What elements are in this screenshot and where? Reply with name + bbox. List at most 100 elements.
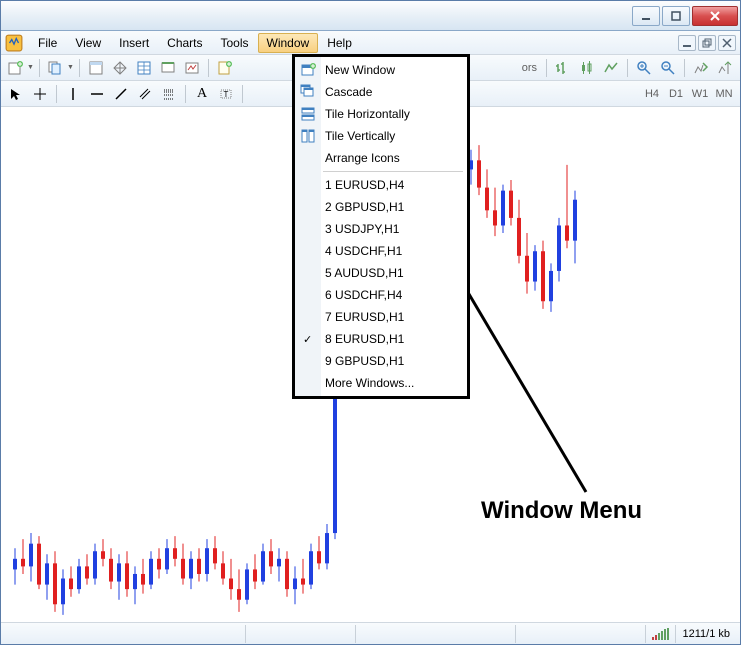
terminal-button[interactable] bbox=[157, 57, 179, 79]
profiles-button[interactable] bbox=[45, 57, 67, 79]
mdi-minimize-button[interactable] bbox=[678, 35, 696, 51]
menu-tools[interactable]: Tools bbox=[212, 33, 258, 53]
new-window-icon bbox=[299, 61, 317, 79]
new-chart-button[interactable] bbox=[5, 57, 27, 79]
traffic-status: 1211/1 kb bbox=[675, 625, 736, 643]
market-watch-icon bbox=[88, 60, 104, 76]
data-window-button[interactable] bbox=[133, 57, 155, 79]
window-item-4[interactable]: 4 USDCHF,H1 bbox=[295, 240, 467, 262]
crosshair-icon bbox=[33, 87, 47, 101]
statusbar: 1211/1 kb bbox=[1, 622, 740, 644]
cursor-icon bbox=[9, 87, 23, 101]
trendline-icon bbox=[114, 87, 128, 101]
zoom-in-icon bbox=[636, 60, 652, 76]
market-watch-button[interactable] bbox=[85, 57, 107, 79]
close-icon bbox=[722, 38, 732, 48]
line-chart-icon bbox=[603, 60, 619, 76]
menu-separator bbox=[323, 171, 463, 172]
window-menu-dropdown: New WindowCascadeTile HorizontallyTile V… bbox=[292, 54, 470, 399]
label-icon: T bbox=[219, 87, 233, 101]
auto-scroll-button[interactable] bbox=[690, 57, 712, 79]
profiles-icon bbox=[48, 60, 64, 76]
channel-icon bbox=[138, 87, 152, 101]
signal-bars-icon bbox=[652, 628, 669, 640]
menu-charts[interactable]: Charts bbox=[158, 33, 211, 53]
window-item-7[interactable]: 7 EURUSD,H1 bbox=[295, 306, 467, 328]
menu-window[interactable]: Window bbox=[258, 33, 319, 53]
candle-chart-button[interactable] bbox=[576, 57, 598, 79]
strategy-tester-button[interactable] bbox=[181, 57, 203, 79]
candle-icon bbox=[579, 60, 595, 76]
mdi-controls bbox=[678, 35, 736, 51]
new-order-button[interactable] bbox=[214, 57, 236, 79]
menubar: FileViewInsertChartsToolsWindowHelp bbox=[1, 31, 740, 55]
window-item-1[interactable]: 1 EURUSD,H4 bbox=[295, 174, 467, 196]
mdi-close-button[interactable] bbox=[718, 35, 736, 51]
zoom-out-button[interactable] bbox=[657, 57, 679, 79]
status-cell bbox=[355, 625, 515, 643]
bar-chart-icon bbox=[555, 60, 571, 76]
menu-view[interactable]: View bbox=[66, 33, 110, 53]
mdi-restore-button[interactable] bbox=[698, 35, 716, 51]
crosshair-button[interactable] bbox=[29, 83, 51, 105]
channel-button[interactable] bbox=[134, 83, 156, 105]
window-item-5[interactable]: 5 AUDUSD,H1 bbox=[295, 262, 467, 284]
window-item-9[interactable]: 9 GBPUSD,H1 bbox=[295, 350, 467, 372]
window-item-2[interactable]: 2 GBPUSD,H1 bbox=[295, 196, 467, 218]
dropdown-arrow-icon[interactable]: ▼ bbox=[67, 64, 74, 71]
menu-item-tile-horizontally[interactable]: Tile Horizontally bbox=[295, 103, 467, 125]
cursor-button[interactable] bbox=[5, 83, 27, 105]
close-button[interactable] bbox=[692, 6, 738, 26]
check-icon: ✓ bbox=[303, 333, 312, 346]
timeframe-mn-button[interactable]: MN bbox=[712, 84, 736, 104]
more-windows-item[interactable]: More Windows... bbox=[295, 372, 467, 394]
period-m1-button[interactable] bbox=[552, 57, 574, 79]
new-order-icon bbox=[217, 60, 233, 76]
chart-shift-icon bbox=[717, 60, 733, 76]
window-item-6[interactable]: 6 USDCHF,H4 bbox=[295, 284, 467, 306]
restore-icon bbox=[702, 38, 712, 48]
menu-help[interactable]: Help bbox=[318, 33, 361, 53]
fibonacci-button[interactable] bbox=[158, 83, 180, 105]
menu-item-cascade[interactable]: Cascade bbox=[295, 81, 467, 103]
minimize-icon bbox=[682, 38, 692, 48]
svg-text:T: T bbox=[224, 90, 229, 99]
connection-status bbox=[645, 625, 675, 643]
timeframe-h4-button[interactable]: H4 bbox=[640, 84, 664, 104]
new-chart-icon bbox=[8, 60, 24, 76]
text-label-button[interactable]: T bbox=[215, 83, 237, 105]
app-window: FileViewInsertChartsToolsWindowHelp ▼ ▼ … bbox=[0, 0, 741, 645]
close-icon bbox=[709, 10, 721, 22]
window-item-3[interactable]: 3 USDJPY,H1 bbox=[295, 218, 467, 240]
menu-item-tile-vertically[interactable]: Tile Vertically bbox=[295, 125, 467, 147]
tile-vertical-icon bbox=[299, 127, 317, 145]
status-cell bbox=[245, 625, 355, 643]
app-icon bbox=[5, 34, 23, 52]
text-tool-button[interactable]: A bbox=[191, 83, 213, 105]
vline-icon bbox=[66, 87, 80, 101]
text-a-icon: A bbox=[197, 86, 207, 102]
minimize-button[interactable] bbox=[632, 6, 660, 26]
vertical-line-button[interactable] bbox=[62, 83, 84, 105]
menu-file[interactable]: File bbox=[29, 33, 66, 53]
annotation-arrow bbox=[461, 282, 601, 512]
menu-item-new-window[interactable]: New Window bbox=[295, 59, 467, 81]
zoom-out-icon bbox=[660, 60, 676, 76]
tester-icon bbox=[184, 60, 200, 76]
visible-label-fragment: ors bbox=[518, 62, 541, 74]
navigator-button[interactable] bbox=[109, 57, 131, 79]
menu-item-arrange-icons[interactable]: Arrange Icons bbox=[295, 147, 467, 169]
status-cell bbox=[515, 625, 645, 643]
window-item-8[interactable]: ✓8 EURUSD,H1 bbox=[295, 328, 467, 350]
timeframe-w1-button[interactable]: W1 bbox=[688, 84, 712, 104]
maximize-button[interactable] bbox=[662, 6, 690, 26]
horizontal-line-button[interactable] bbox=[86, 83, 108, 105]
line-chart-button[interactable] bbox=[600, 57, 622, 79]
timeframe-d1-button[interactable]: D1 bbox=[664, 84, 688, 104]
maximize-icon bbox=[670, 10, 682, 22]
dropdown-arrow-icon[interactable]: ▼ bbox=[27, 64, 34, 71]
chart-shift-button[interactable] bbox=[714, 57, 736, 79]
menu-insert[interactable]: Insert bbox=[110, 33, 158, 53]
zoom-in-button[interactable] bbox=[633, 57, 655, 79]
trendline-button[interactable] bbox=[110, 83, 132, 105]
